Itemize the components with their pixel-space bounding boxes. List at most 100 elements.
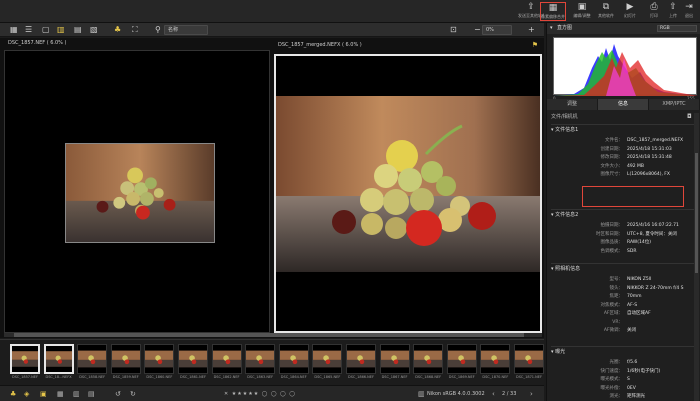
right-image-pane[interactable]: DSC_1857_merged.NEFX ( 6.0% ) ⚑: [274, 40, 542, 333]
info-value: RAW(14位): [627, 240, 651, 245]
divider: [551, 263, 697, 264]
filmstrip-item[interactable]: DSC_1862.NEF: [211, 344, 242, 381]
panel-icon[interactable]: ▥: [73, 389, 80, 399]
single-view-icon[interactable]: ▢: [42, 25, 50, 35]
rotate-left-icon[interactable]: ↺: [115, 389, 121, 399]
exit-button[interactable]: ⇥ 退出: [676, 2, 700, 21]
open-with-icon: ⧉: [602, 2, 610, 12]
filmstrip-item[interactable]: DSC_1866.NEF: [346, 344, 376, 381]
open-with-button[interactable]: ⧉ 其他软件: [593, 2, 619, 21]
divider: [551, 346, 697, 347]
filmstrip-label: DSC_1868.NEF: [415, 375, 442, 379]
compare-view-icon[interactable]: ▥: [57, 25, 65, 35]
compare-viewer: DSC_1857.NEF ( 6.0% ) DSC_1857_merged.NE…: [0, 38, 544, 338]
info-row: 修改日期： 2025/4/18 15:31:48: [547, 154, 697, 161]
info-row: 曝光补偿： 0EV: [547, 385, 697, 392]
info-row: 图像品质： RAW(14位): [547, 239, 697, 246]
filmstrip-item[interactable]: DSC_1871.NEF: [514, 344, 544, 381]
info-value: 关闭: [627, 328, 636, 333]
rating-stars[interactable]: ✕ ★★★★★ ◯ ◯ ◯ ◯: [224, 389, 296, 399]
exit-icon: ⇥: [685, 2, 693, 12]
filmstrip-label: DSC_1870.NEF: [482, 375, 509, 379]
camera-info-title[interactable]: ▾ 照相机信息: [551, 265, 580, 273]
filmstrip-label: DSC_1871.NEF: [516, 375, 542, 379]
exposure-title[interactable]: ▾ 曝光: [551, 348, 565, 356]
filmstrip-item[interactable]: DSC_1860.NEF: [144, 344, 175, 381]
sort-select[interactable]: 名称: [164, 25, 208, 35]
filmstrip-item[interactable]: DSC_1857.NEF: [10, 344, 40, 381]
zoom-select[interactable]: 0%: [482, 25, 512, 35]
zoom-in-icon[interactable]: +: [528, 25, 535, 35]
grid-view-icon[interactable]: ▦: [10, 25, 18, 35]
filmstrip-label: DSC_1858.NEF: [79, 375, 106, 379]
filmstrip-label: DSC_1867.NEF: [381, 375, 408, 379]
left-image-pane[interactable]: [4, 50, 270, 333]
side-panel-scrollbar[interactable]: [694, 113, 699, 401]
prev-icon[interactable]: ‹: [492, 389, 495, 399]
info-key: 文件大小：: [600, 163, 624, 169]
tag-icon[interactable]: ⚑: [532, 41, 538, 49]
filmstrip-label: DSC_1864.NEF: [280, 375, 307, 379]
zoom-out-icon[interactable]: −: [474, 25, 481, 35]
filmstrip-label: DSC_1859.NEF: [112, 375, 139, 379]
slideshow-button[interactable]: ▶ 幻灯片: [617, 2, 643, 21]
histogram: [553, 37, 698, 96]
viewer-scrollbar[interactable]: [4, 333, 542, 337]
info-row: 焦距： 70mm: [547, 293, 697, 300]
filmstrip-label: DSC_1869.NEF: [448, 375, 475, 379]
info-key: 时区和日期：: [596, 231, 623, 237]
full-view-icon[interactable]: ▧: [90, 25, 98, 35]
metadata-icon[interactable]: ▣: [40, 389, 47, 399]
info-row: 时区和日期： UTC+8, 夏令时间：关闭: [547, 231, 697, 238]
list-view-icon[interactable]: ☰: [25, 25, 32, 35]
histogram-header[interactable]: ▾ 直方图 RGB: [547, 23, 700, 34]
filter-icon[interactable]: ⚲: [155, 25, 161, 35]
file-info-title[interactable]: ▾ 文件信息1: [551, 126, 578, 134]
filmstrip-item[interactable]: DSC_1859.NEF: [110, 344, 141, 381]
next-icon[interactable]: ›: [530, 389, 533, 399]
filmstrip-item[interactable]: DSC_1870.NEF: [480, 344, 511, 381]
histogram-channel-select[interactable]: RGB: [657, 25, 697, 32]
filmstrip-item[interactable]: DSC_1863.NEF: [245, 344, 276, 381]
grid-icon[interactable]: ▦: [57, 389, 64, 399]
side-panel-scrollbar-thumb[interactable]: [695, 153, 698, 273]
thumbnail-image: [110, 344, 141, 374]
filmstrip-item[interactable]: DSC_1861.NEF: [178, 344, 208, 381]
zoom-fit-icon[interactable]: ⊡: [450, 25, 457, 35]
filmstrip-label: DSC_1866.NEF: [348, 375, 374, 379]
tag-status-icon[interactable]: ♣: [10, 389, 16, 399]
label-status-icon[interactable]: ◈: [24, 389, 29, 399]
info-value: 2025/4/18 15:31:48: [627, 155, 672, 160]
filmstrip-item[interactable]: DSC_1864.NEF: [278, 344, 309, 381]
filmstrip-view-icon[interactable]: ▤: [74, 25, 82, 35]
filmstrip-item[interactable]: DSC_1865.NEF: [312, 344, 343, 381]
filmstrip-item[interactable]: DSC_1867.NEF: [379, 344, 410, 381]
thumbnail-image: [43, 344, 74, 374]
tab-adjust[interactable]: 调整: [547, 99, 598, 110]
thumbnail-image: [346, 344, 376, 374]
tag-filter-icon[interactable]: ♣: [114, 25, 121, 35]
viewer-scrollbar-thumb[interactable]: [14, 333, 524, 337]
camera-icon[interactable]: ◘: [687, 113, 692, 120]
info-icon[interactable]: ▤: [88, 389, 95, 399]
rotate-right-icon[interactable]: ↻: [130, 389, 136, 399]
tab-xmp-iptc[interactable]: XMP/IPTC: [649, 99, 700, 110]
file-info2-title[interactable]: ▾ 文件信息2: [551, 211, 578, 219]
left-photo: [65, 143, 215, 243]
filmstrip-item[interactable]: DSC_1858.NEF: [77, 344, 108, 381]
pixel-shift-merge-button[interactable]: ▦ 像素偏移合并: [540, 2, 566, 21]
color-profile-icon: ▥: [418, 390, 425, 398]
filmstrip-item[interactable]: DSC_1869.NEF: [446, 344, 477, 381]
filmstrip-item[interactable]: DSC_1868.NEF: [413, 344, 444, 381]
right-photo: [276, 96, 540, 272]
info-key: AF微调：: [603, 328, 623, 333]
divider: [551, 209, 697, 210]
fit-icon[interactable]: ⛶: [132, 25, 138, 35]
filmstrip-label: DSC_1860.NEF: [146, 375, 173, 379]
info-value: 2025/4/16 16:07:22.71: [627, 223, 679, 228]
filmstrip-item[interactable]: DSC_18...NEFX: [43, 344, 74, 381]
tab-info[interactable]: 信息: [598, 99, 649, 110]
filmstrip: DSC_1857.NEF DSC_18...NEFX DSC_1858.NEF DSC…: [0, 339, 544, 385]
edit-button[interactable]: ▣ 编辑/调整: [569, 2, 595, 21]
divider: [551, 124, 697, 125]
